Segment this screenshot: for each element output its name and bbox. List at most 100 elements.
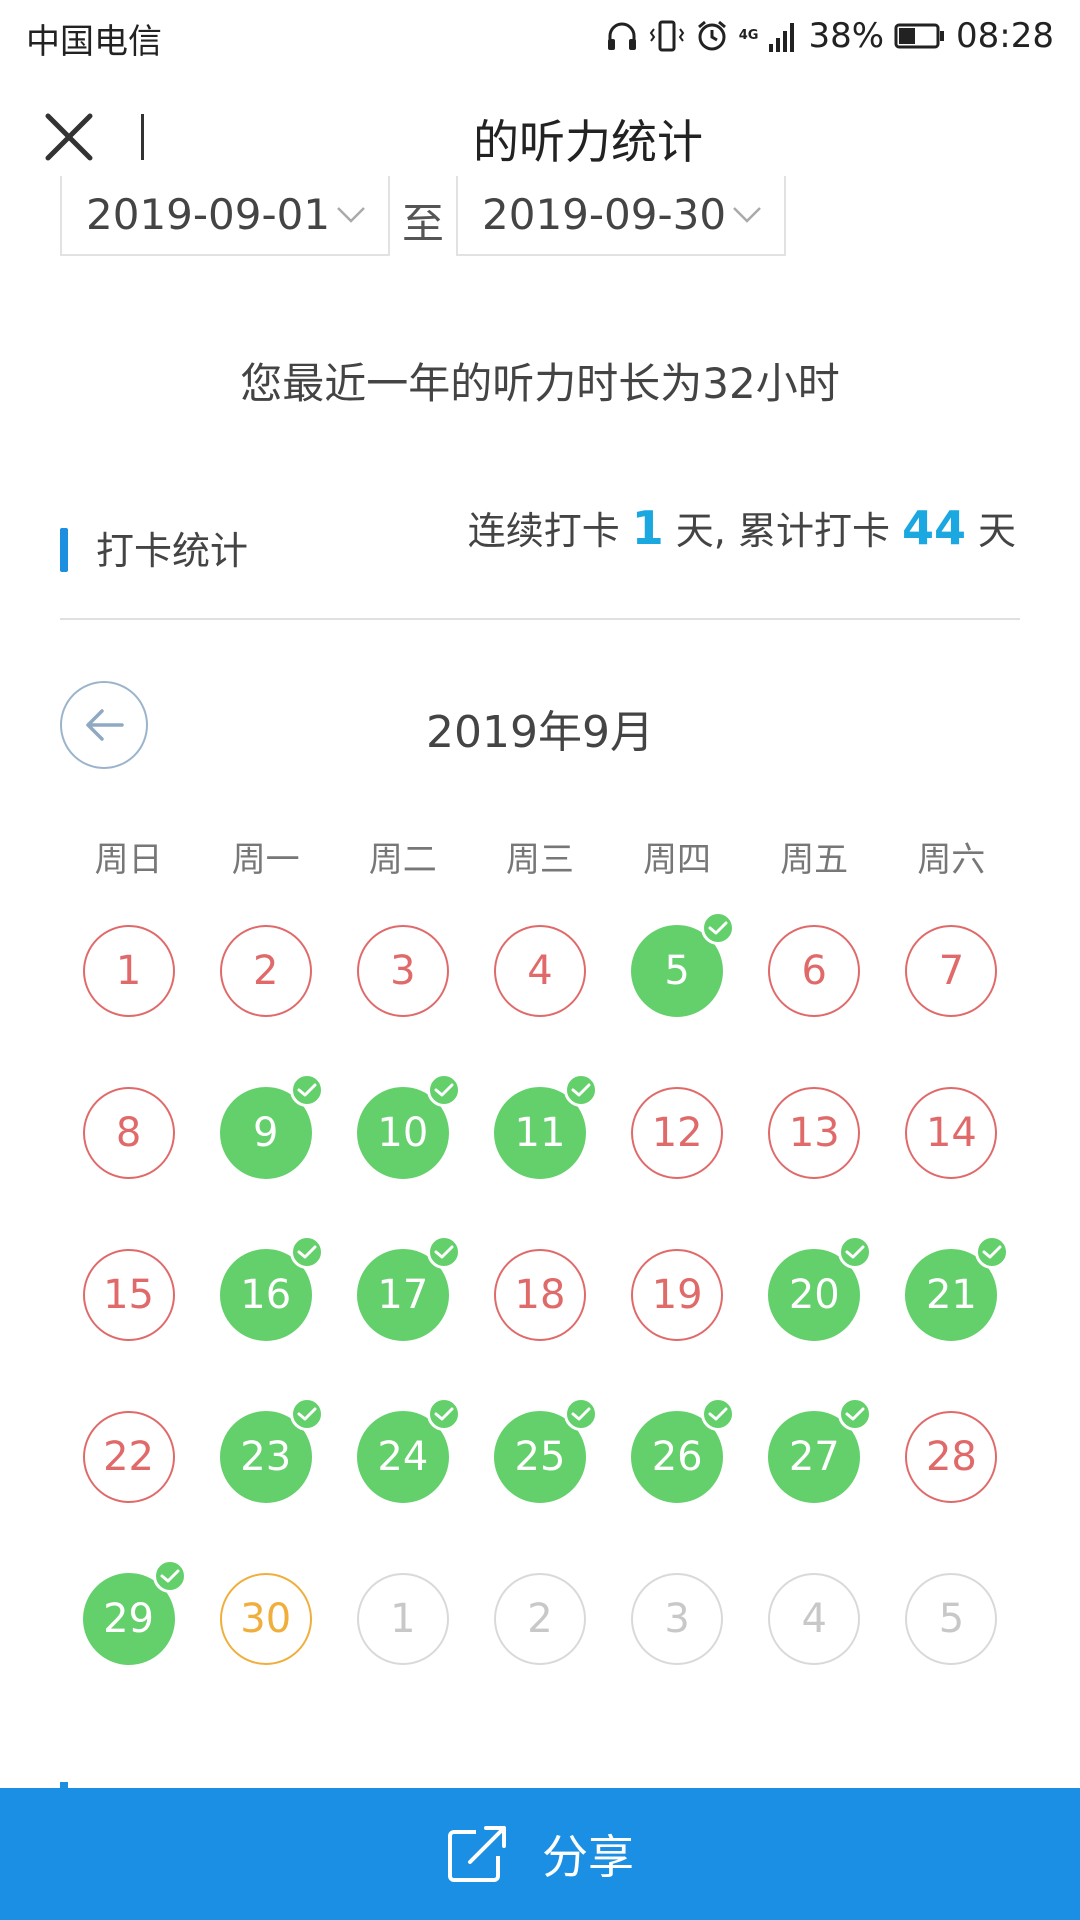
- status-icons: 4G 38% 08:28: [605, 14, 1054, 58]
- share-icon: [448, 1826, 506, 1882]
- calendar-day[interactable]: 23: [219, 1397, 324, 1503]
- day-number: 3: [356, 925, 449, 1017]
- day-number: 2: [494, 1573, 586, 1665]
- section-divider: [60, 618, 1020, 620]
- calendar-day[interactable]: 9: [219, 1073, 324, 1179]
- day-number: 30: [219, 1573, 312, 1665]
- day-number: 28: [905, 1411, 998, 1503]
- share-label: 分享: [542, 1830, 634, 1884]
- day-number: 2: [219, 925, 312, 1017]
- calendar-day[interactable]: 28: [905, 1411, 998, 1503]
- day-number: 4: [494, 925, 586, 1017]
- check-icon: [838, 1397, 873, 1431]
- section-title: 打卡统计: [96, 529, 249, 573]
- share-button[interactable]: 分享: [0, 1788, 1080, 1920]
- streak-days: 1: [631, 501, 664, 555]
- calendar-day[interactable]: 11: [494, 1073, 598, 1179]
- calendar-day[interactable]: 24: [356, 1397, 461, 1503]
- check-icon: [426, 1073, 461, 1107]
- calendar-day[interactable]: 8: [82, 1087, 175, 1179]
- calendar-day[interactable]: 4: [768, 1573, 861, 1665]
- day-number: 12: [631, 1087, 724, 1179]
- calendar-day[interactable]: 1: [82, 925, 175, 1017]
- calendar-day[interactable]: 7: [905, 925, 998, 1017]
- check-icon: [701, 911, 736, 945]
- calendar-day[interactable]: 26: [631, 1397, 736, 1503]
- day-number: 6: [768, 925, 861, 1017]
- check-icon: [289, 1235, 324, 1269]
- check-icon: [289, 1073, 324, 1107]
- calendar-day[interactable]: 27: [768, 1397, 873, 1503]
- check-icon: [152, 1559, 187, 1593]
- weekday-label: 周六: [917, 840, 986, 880]
- calendar-day[interactable]: 12: [631, 1087, 724, 1179]
- status-bar: 中国电信 4G 38% 08:28: [0, 0, 1080, 76]
- calendar-day[interactable]: 6: [768, 925, 861, 1017]
- calendar-day[interactable]: 30: [219, 1573, 312, 1665]
- check-icon: [838, 1235, 873, 1269]
- calendar-day[interactable]: 14: [905, 1087, 998, 1179]
- calendar-day[interactable]: 5: [905, 1573, 998, 1665]
- date-to-select[interactable]: 2019-09-30: [456, 176, 786, 256]
- calendar-day[interactable]: 29: [82, 1559, 187, 1665]
- streak-mid: 天, 累计打卡: [675, 509, 890, 553]
- day-number: 1: [82, 925, 175, 1017]
- calendar-day[interactable]: 1: [356, 1573, 449, 1665]
- calendar-day[interactable]: 17: [356, 1235, 461, 1341]
- weekday-header: 周日 周一 周二 周三 周四 周五 周六: [60, 832, 1020, 881]
- streak-prefix: 连续打卡: [467, 509, 620, 553]
- calendar-day[interactable]: 18: [494, 1249, 586, 1341]
- day-number: 18: [494, 1249, 586, 1341]
- day-number: 22: [82, 1411, 175, 1503]
- network-type-icon: 4G: [738, 28, 759, 43]
- check-icon: [426, 1235, 461, 1269]
- calendar-day[interactable]: 15: [82, 1249, 175, 1341]
- date-from-select[interactable]: 2019-09-01: [60, 176, 390, 256]
- day-number: 1: [356, 1573, 449, 1665]
- weekday-label: 周五: [780, 840, 849, 880]
- blurred-username: [362, 100, 458, 178]
- calendar-day[interactable]: 4: [494, 925, 586, 1017]
- weekday-label: 周二: [368, 840, 437, 880]
- day-number: 14: [905, 1087, 998, 1179]
- date-to-value: 2019-09-30: [482, 190, 727, 239]
- signal-icon: [768, 20, 798, 52]
- calendar-day[interactable]: 25: [494, 1397, 598, 1503]
- calendar-day[interactable]: 3: [631, 1573, 724, 1665]
- date-from-value: 2019-09-01: [86, 190, 331, 239]
- calendar-day[interactable]: 19: [631, 1249, 724, 1341]
- calendar-day[interactable]: 16: [219, 1235, 324, 1341]
- clock-time: 08:28: [956, 16, 1054, 56]
- day-number: 13: [768, 1087, 861, 1179]
- day-number: 4: [768, 1573, 861, 1665]
- check-icon: [289, 1397, 324, 1431]
- calendar-day[interactable]: 13: [768, 1087, 861, 1179]
- total-days: 44: [901, 501, 966, 555]
- check-icon: [701, 1397, 736, 1431]
- streak-suffix: 天: [977, 509, 1016, 553]
- weekday-label: 周日: [94, 840, 163, 880]
- range-separator: 至: [402, 199, 445, 248]
- check-icon: [564, 1397, 598, 1431]
- calendar-day[interactable]: 20: [768, 1235, 873, 1341]
- calendar-day[interactable]: 3: [356, 925, 449, 1017]
- weekday-label: 周三: [505, 840, 574, 880]
- day-number: 15: [82, 1249, 175, 1341]
- day-number: 8: [82, 1087, 175, 1179]
- alarm-icon: [695, 19, 729, 53]
- calendar-day[interactable]: 10: [356, 1073, 461, 1179]
- chevron-down-icon: [337, 207, 365, 223]
- calendar-day[interactable]: 5: [631, 911, 736, 1017]
- calendar-day[interactable]: 21: [905, 1235, 1010, 1341]
- calendar-day[interactable]: 2: [219, 925, 312, 1017]
- battery-percent: 38%: [808, 16, 885, 56]
- check-icon: [975, 1235, 1010, 1269]
- chevron-down-icon: [733, 207, 761, 223]
- calendar-day[interactable]: 2: [494, 1573, 586, 1665]
- day-number: 3: [631, 1573, 724, 1665]
- page-title: 的听力统计: [0, 106, 1080, 172]
- day-number: 7: [905, 925, 998, 1017]
- vibrate-icon: [649, 19, 685, 53]
- check-icon: [426, 1397, 461, 1431]
- calendar-day[interactable]: 22: [82, 1411, 175, 1503]
